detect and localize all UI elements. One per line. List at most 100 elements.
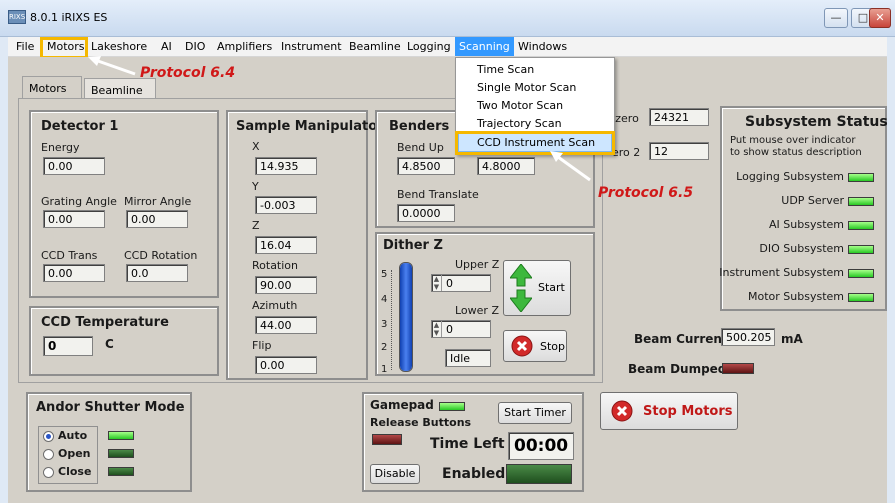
scale-5: 5	[381, 269, 388, 280]
motors-highlight-box	[40, 37, 88, 59]
sample-manipulator-title: Sample Manipulator	[236, 119, 384, 134]
beam-current-field: 500.205	[721, 328, 775, 346]
scale-3: 3	[381, 319, 388, 330]
udp-server-led[interactable]	[848, 197, 874, 206]
udp-server-label: UDP Server	[781, 194, 844, 207]
benders-title: Benders	[389, 119, 450, 134]
dither-z-group: Dither Z 5 4 3 2 1 Upper Z 0 ▲ ▼ Lower Z …	[375, 232, 595, 376]
dither-start-button[interactable]: Start	[503, 260, 571, 316]
disable-button[interactable]: Disable	[370, 464, 420, 484]
upper-z-spinner-icon[interactable]: ▲ ▼	[432, 275, 442, 291]
y-label: Y	[252, 180, 259, 193]
scale-2: 2	[381, 342, 388, 353]
mirror-angle-field[interactable]: 0.00	[126, 210, 188, 228]
time-left-label: Time Left	[430, 436, 505, 452]
bend-translate-field[interactable]: 0.0000	[397, 204, 455, 222]
upper-z-label: Upper Z	[455, 258, 500, 271]
time-scan-item[interactable]: Time Scan	[477, 63, 534, 76]
x-field[interactable]: 14.935	[255, 157, 317, 175]
dither-level-indicator	[399, 262, 413, 372]
bend-down-field[interactable]: 4.8000	[477, 157, 535, 175]
dither-stop-label: Stop	[540, 340, 566, 353]
ai-subsystem-led[interactable]	[848, 221, 874, 230]
shutter-open-radio[interactable]	[43, 449, 54, 460]
single-motor-scan-item[interactable]: Single Motor Scan	[477, 81, 576, 94]
menu-bar: File Motors Lakeshore AI DIO Amplifiers …	[8, 37, 887, 57]
subsystem-desc-2: to show status description	[730, 147, 862, 158]
shutter-close-radio[interactable]	[43, 467, 54, 478]
rotation-label: Rotation	[252, 259, 299, 272]
bend-up-field[interactable]: 4.8500	[397, 157, 455, 175]
tab-beamline-8[interactable]: Beamline 8	[84, 78, 156, 110]
ccd-trans-label: CCD Trans	[41, 249, 98, 262]
subsystem-status-title: Subsystem Status	[745, 114, 888, 130]
energy-field[interactable]: 0.00	[43, 157, 105, 175]
motor-subsystem-led[interactable]	[848, 293, 874, 302]
ai-subsystem-label: AI Subsystem	[769, 218, 844, 231]
izero-2-label: ero 2	[612, 146, 641, 159]
release-buttons-label: Release Buttons	[370, 416, 472, 429]
two-motor-scan-item[interactable]: Two Motor Scan	[477, 99, 563, 112]
ccd-temperature-field: 0	[43, 336, 93, 356]
app-icon: RIXS	[8, 10, 26, 24]
protocol-65-annotation: Protocol 6.5	[598, 185, 694, 201]
menu-dio[interactable]: DIO	[185, 40, 205, 53]
stop-motors-label: Stop Motors	[643, 404, 733, 419]
menu-file[interactable]: File	[16, 40, 34, 53]
shutter-auto-radio[interactable]	[43, 431, 54, 442]
window-title: 8.0.1 iRIXS ES	[30, 11, 108, 24]
start-timer-button[interactable]: Start Timer	[498, 402, 572, 424]
motor-subsystem-label: Motor Subsystem	[748, 290, 844, 303]
menu-amplifiers[interactable]: Amplifiers	[217, 40, 272, 53]
shutter-close-label: Close	[58, 465, 92, 478]
time-left-field: 00:00	[508, 432, 574, 460]
close-button[interactable]: ✕	[869, 8, 891, 28]
lower-z-spinner-icon[interactable]: ▲ ▼	[432, 321, 442, 337]
scale-4: 4	[381, 294, 388, 305]
subsystem-desc-1: Put mouse over indicator	[730, 135, 856, 146]
energy-label: Energy	[41, 141, 80, 154]
izero-2-field: 12	[649, 142, 709, 160]
menu-beamline[interactable]: Beamline	[349, 40, 401, 53]
trajectory-scan-item[interactable]: Trajectory Scan	[477, 117, 562, 130]
menu-ai[interactable]: AI	[161, 40, 172, 53]
dio-subsystem-label: DIO Subsystem	[759, 242, 844, 255]
andor-shutter-group: Andor Shutter Mode Auto Open Close	[26, 392, 192, 492]
shutter-close-led	[108, 467, 134, 476]
menu-instrument[interactable]: Instrument	[281, 40, 342, 53]
dio-subsystem-led[interactable]	[848, 245, 874, 254]
dither-start-label: Start	[538, 281, 565, 294]
logging-subsystem-label: Logging Subsystem	[736, 170, 844, 183]
lower-z-label: Lower Z	[455, 304, 499, 317]
menu-lakeshore[interactable]: Lakeshore	[91, 40, 147, 53]
stop-motors-button[interactable]: Stop Motors	[600, 392, 738, 430]
ccd-rotation-field[interactable]: 0.0	[126, 264, 188, 282]
x-label: X	[252, 140, 260, 153]
dither-stop-button[interactable]: Stop	[503, 330, 567, 362]
detector-group: Detector 1 Energy 0.00 Grating Angle 0.0…	[29, 110, 219, 298]
menu-logging[interactable]: Logging	[407, 40, 451, 53]
release-buttons-led	[372, 434, 402, 445]
dither-status-field: Idle	[445, 349, 491, 367]
logging-subsystem-led[interactable]	[848, 173, 874, 182]
dither-scale-ticks	[391, 270, 396, 370]
ccd-trans-field[interactable]: 0.00	[43, 264, 105, 282]
izero-field: 24321	[649, 108, 709, 126]
enabled-label: Enabled	[442, 466, 506, 482]
azimuth-field[interactable]: 44.00	[255, 316, 317, 334]
izero-label: Izero	[612, 112, 639, 125]
dither-z-title: Dither Z	[383, 238, 443, 253]
subsystem-status-group: Subsystem Status Put mouse over indicato…	[719, 106, 888, 311]
menu-windows[interactable]: Windows	[518, 40, 567, 53]
beam-current-label: Beam Current	[634, 332, 728, 346]
flip-field[interactable]: 0.00	[255, 356, 317, 374]
z-field[interactable]: 16.04	[255, 236, 317, 254]
instrument-subsystem-led[interactable]	[848, 269, 874, 278]
rotation-field[interactable]: 90.00	[255, 276, 317, 294]
y-field[interactable]: -0.003	[255, 196, 317, 214]
menu-scanning[interactable]: Scanning	[455, 37, 514, 56]
up-down-arrows-icon	[510, 264, 532, 312]
minimize-button[interactable]: —	[824, 8, 848, 28]
shutter-open-label: Open	[58, 447, 91, 460]
grating-angle-field[interactable]: 0.00	[43, 210, 105, 228]
